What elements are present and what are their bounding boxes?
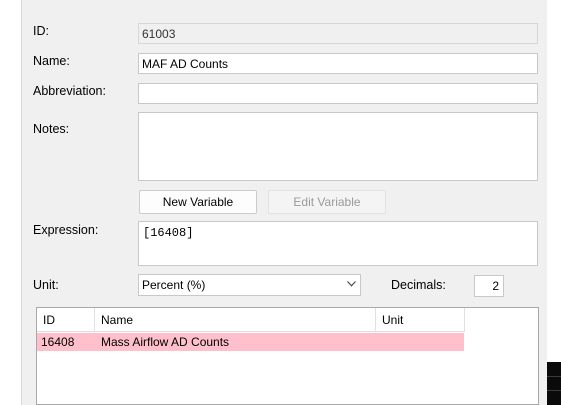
unit-select-value: Percent (%): [142, 278, 206, 292]
unit-label: Unit:: [33, 278, 59, 292]
decimals-field[interactable]: 2: [474, 275, 504, 297]
column-header-name[interactable]: Name: [95, 308, 376, 332]
id-label: ID:: [33, 24, 49, 38]
id-field: 61003: [138, 23, 538, 44]
table-row[interactable]: 16408 Mass Airflow AD Counts: [37, 333, 464, 351]
right-pane-edge: [547, 0, 561, 405]
chevron-down-icon: [347, 281, 356, 287]
new-variable-button[interactable]: New Variable: [139, 190, 257, 214]
unit-select[interactable]: Percent (%): [138, 274, 361, 296]
abbreviation-label: Abbreviation:: [33, 84, 106, 98]
row-name-cell: Mass Airflow AD Counts: [101, 335, 230, 349]
notes-label: Notes:: [33, 122, 70, 136]
edit-variable-button[interactable]: Edit Variable: [268, 190, 386, 214]
abbreviation-field[interactable]: [138, 83, 538, 104]
variables-table[interactable]: ID Name Unit 16408 Mass Airflow AD Count…: [36, 307, 539, 405]
column-header-unit[interactable]: Unit: [376, 308, 465, 332]
name-label: Name:: [33, 54, 70, 68]
decimals-label: Decimals:: [391, 278, 446, 292]
left-pane-edge: [0, 0, 22, 405]
right-pane-dark-area: [547, 362, 561, 405]
column-header-id[interactable]: ID: [37, 308, 95, 332]
row-id-cell: 16408: [41, 335, 75, 349]
notes-textarea[interactable]: [138, 112, 538, 181]
expression-label: Expression:: [33, 223, 99, 237]
expression-field[interactable]: [16408]: [138, 221, 538, 266]
name-field[interactable]: MAF AD Counts: [138, 53, 538, 74]
